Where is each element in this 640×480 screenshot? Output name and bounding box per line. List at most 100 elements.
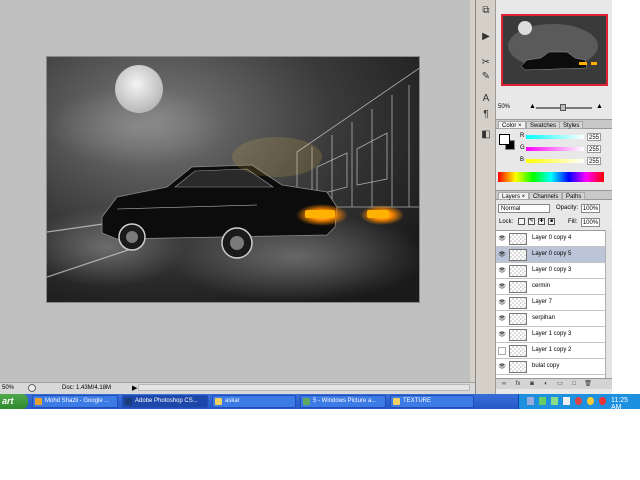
layer-row[interactable]: Layer 1 copy 2 [496,343,605,359]
network-icon[interactable] [527,397,534,405]
color-spectrum-bar[interactable] [498,172,604,182]
eye-icon[interactable]: 👁 [498,267,506,275]
taskbar-button[interactable]: askar [212,395,296,408]
layer-name[interactable]: Layer 7 [532,299,552,305]
taskbar-button[interactable]: Adobe Photoshop CS... [122,395,208,408]
layer-thumbnail[interactable] [509,281,527,293]
character-icon[interactable]: A [479,92,493,106]
layer-thumbnail[interactable] [509,329,527,341]
b-value[interactable]: 255 [587,157,601,165]
eye-icon[interactable] [498,347,506,355]
document-canvas[interactable] [46,56,420,303]
tab-paths[interactable]: Paths [562,192,586,200]
add-mask-icon[interactable]: ◙ [528,380,536,388]
layer-row[interactable]: 👁 Layer 0 copy 3 [496,263,605,279]
taskbar-button-label: TEXTURE [403,398,432,404]
tab-layers[interactable]: Layers × [498,192,530,200]
new-group-folder-icon[interactable]: ▭ [556,380,564,388]
lock-image-icon[interactable]: ✎ [528,218,535,225]
status-info-icon[interactable] [28,384,36,392]
taskbar-button[interactable]: Mohd Shazli - Google ... [32,395,118,408]
brush-icon[interactable]: ✎ [479,70,493,84]
tab-channels[interactable]: Channels [529,192,563,200]
layer-thumbnail[interactable] [509,361,527,373]
signal-icon[interactable] [551,397,558,405]
start-button[interactable]: art [0,394,28,409]
layer-name[interactable]: cermin [532,283,550,289]
status-menu-arrow-icon[interactable]: ▶ [132,384,137,392]
taskbar-clock[interactable]: 11:25 AM [611,397,640,411]
alert-icon[interactable] [599,397,606,405]
layer-name[interactable]: Layer 1 copy 2 [532,347,571,353]
adjustment-layer-icon[interactable]: ◐ [542,380,550,388]
layer-name[interactable]: Layer 1 copy 3 [532,331,571,337]
navigator-zoom[interactable]: 50% [498,104,510,110]
layer-row[interactable]: 👁 Layer 0 copy 4 [496,231,605,247]
layer-name[interactable]: Layer 0 copy 5 [532,251,571,257]
history-icon[interactable]: ⧉ [479,4,493,18]
eye-icon[interactable]: 👁 [498,251,506,259]
g-value[interactable]: 255 [587,145,601,153]
layer-style-icon[interactable]: fx [514,380,522,388]
fill-field[interactable]: 100% [581,218,600,227]
app-icon [215,398,222,405]
lock-all-icon[interactable]: ■ [548,218,555,225]
zoom-level[interactable]: 50% [2,385,14,391]
update-icon[interactable] [587,397,594,405]
eye-icon[interactable]: 👁 [498,283,506,291]
layer-name[interactable]: serpihan [532,315,555,321]
layer-row[interactable]: 👁 Layer 0 copy 5 [496,247,605,263]
lock-position-icon[interactable]: ✚ [538,218,545,225]
eye-icon[interactable]: 👁 [498,299,506,307]
g-slider[interactable] [526,147,584,151]
layer-row[interactable]: 👁 bulat copy [496,359,605,375]
tab-swatches[interactable]: Swatches [526,121,561,129]
taskbar-button[interactable]: TEXTURE [390,395,474,408]
opacity-field[interactable]: 100% [581,204,600,213]
layer-thumbnail[interactable] [509,265,527,277]
layer-row[interactable]: 👁 Layer 1 copy 3 [496,327,605,343]
layer-name[interactable]: bulat copy [532,363,559,369]
layer-thumbnail[interactable] [509,297,527,309]
actions-icon[interactable]: ▶ [479,30,493,44]
canvas-workspace[interactable] [0,0,475,382]
antivirus-icon[interactable] [575,397,582,405]
r-slider[interactable] [526,135,584,139]
clone-source-icon[interactable]: ◧ [479,128,493,142]
zoom-in-icon[interactable]: ▲ [596,103,603,110]
tab-color[interactable]: Color × [498,121,526,129]
eye-icon[interactable]: 👁 [498,235,506,243]
tab-styles[interactable]: Styles [559,121,584,129]
navigator-thumbnail[interactable] [501,14,608,86]
eye-icon[interactable]: 👁 [498,363,506,371]
layer-row[interactable]: 👁 cermin [496,279,605,295]
paragraph-icon[interactable]: ¶ [479,108,493,122]
layer-thumbnail[interactable] [509,233,527,245]
zoom-slider-knob[interactable] [560,104,566,111]
shield-icon[interactable] [539,397,546,405]
layer-name[interactable]: Layer 0 copy 3 [532,267,571,273]
lock-transparency-icon[interactable] [518,218,525,225]
eye-icon[interactable]: 👁 [498,331,506,339]
zoom-out-icon[interactable]: ▲ [529,103,536,110]
horizontal-scrollbar[interactable] [138,384,470,391]
foreground-color-swatch[interactable] [499,134,510,145]
taskbar-button[interactable]: 5 - Windows Picture a... [300,395,386,408]
trash-icon[interactable]: 🗑 [584,380,592,388]
layer-row[interactable]: 👁 serpihan [496,311,605,327]
system-tray: 11:25 AM [518,394,640,411]
blend-mode-select[interactable]: Normal [498,204,550,213]
document-size: Doc: 1.43M/4.18M [62,385,112,391]
layer-row[interactable]: 👁 Layer 7 [496,295,605,311]
layer-thumbnail[interactable] [509,345,527,357]
speaker-icon[interactable] [563,397,570,405]
layer-name[interactable]: Layer 0 copy 4 [532,235,571,241]
layer-thumbnail[interactable] [509,313,527,325]
r-value[interactable]: 255 [587,133,601,141]
tools-icon[interactable]: ✂ [479,56,493,70]
link-layers-icon[interactable]: ∞ [500,380,508,388]
eye-icon[interactable]: 👁 [498,315,506,323]
layer-thumbnail[interactable] [509,249,527,261]
new-layer-icon[interactable]: □ [570,380,578,388]
b-slider[interactable] [526,159,584,163]
